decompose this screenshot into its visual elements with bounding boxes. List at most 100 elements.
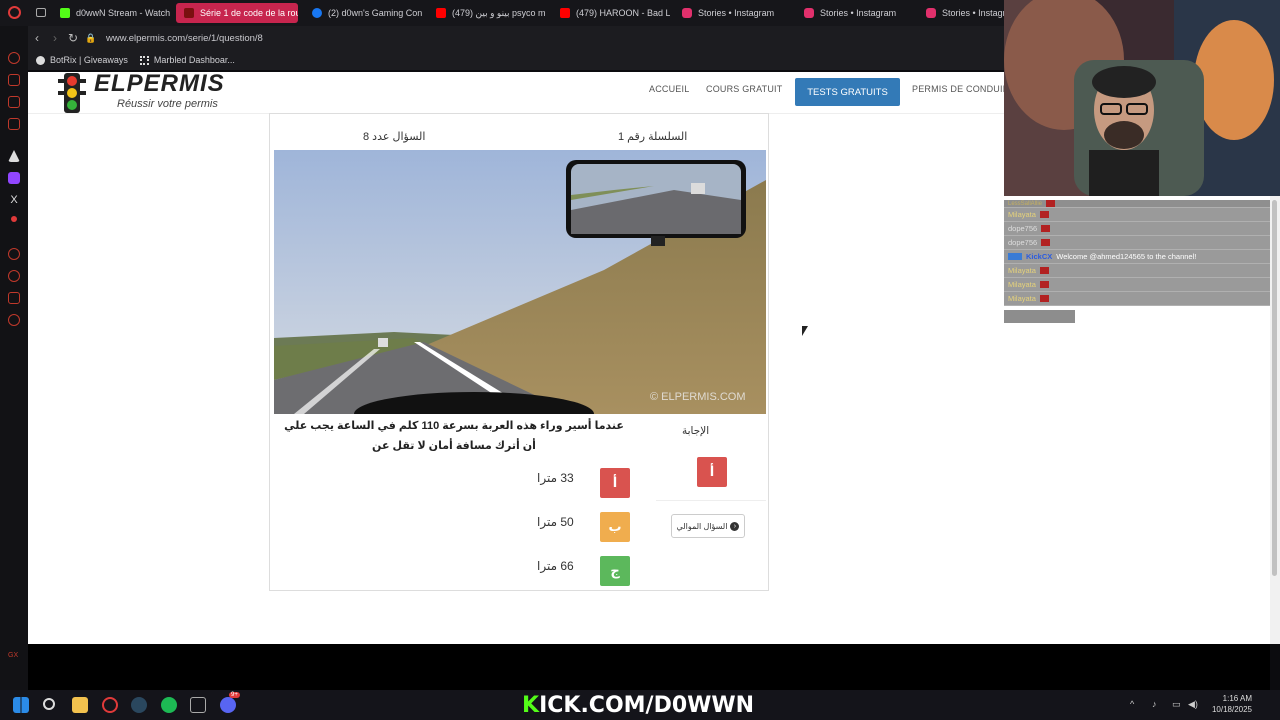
nav-courses[interactable]: COURS GRATUIT (706, 84, 782, 94)
chat-user: Milayata (1008, 266, 1036, 275)
tab-kick-stream[interactable]: d0wwN Stream - Watch (52, 3, 170, 23)
steam-icon[interactable] (131, 697, 147, 713)
facebook-icon (312, 8, 322, 18)
x-icon[interactable]: X (8, 194, 20, 206)
file-explorer-icon[interactable] (72, 697, 88, 713)
gx-icon[interactable]: GX (8, 650, 20, 662)
emote-icon (1041, 225, 1051, 232)
chat-line: Milayata (1004, 292, 1270, 306)
history-icon[interactable] (8, 270, 20, 282)
next-label: السؤال الموالي (676, 521, 728, 531)
road-scene-image: © ELPERMIS.COM (274, 150, 766, 414)
chevron-up-icon[interactable]: ^ (1130, 699, 1134, 709)
tab-youtube-1[interactable]: (479) بينو و بين psyco m (428, 3, 546, 23)
option-b-text: 50 مترا (537, 515, 574, 529)
nav-license[interactable]: PERMIS DE CONDUIRE (912, 84, 1004, 94)
opera-icon[interactable] (8, 6, 21, 19)
mail-icon[interactable] (8, 96, 20, 108)
chat-user: Milayata (1008, 280, 1036, 289)
red-dot-icon[interactable] (11, 216, 17, 222)
speed-dial-icon[interactable] (8, 52, 20, 64)
photo-watermark: © ELPERMIS.COM (650, 391, 746, 403)
instagram-icon (804, 8, 814, 18)
question-number: السؤال عدد 8 (363, 131, 426, 143)
chat-message: Welcome @ahmed124565 to the channel! (1056, 252, 1197, 261)
chat-user: dope756 (1008, 238, 1038, 247)
chat-line: Milayata (1004, 208, 1270, 222)
answer-label: الإجابة (682, 425, 710, 437)
tab-label: Série 1 de code de la rou (200, 8, 298, 18)
divider (656, 500, 766, 501)
tab-facebook[interactable]: (2) d0wn's Gaming Con (304, 3, 422, 23)
system-clock[interactable]: 1:16 AM 10/18/2025 (1200, 693, 1252, 715)
bookmark-botrix[interactable]: BotRix | Giveaways (36, 55, 128, 65)
webcam-overlay (1004, 0, 1280, 196)
chat-line: Milayata (1004, 264, 1270, 278)
nav-tests[interactable]: TESTS GRATUITS (795, 78, 900, 106)
network-icon[interactable]: ▭ (1172, 699, 1181, 710)
windows-start-icon[interactable] (13, 697, 29, 713)
arrow-circle-icon: › (730, 521, 740, 531)
search-icon[interactable] (43, 698, 55, 710)
kick-icon (60, 8, 70, 18)
windows-taskbar: 9+ KICK.COM/D0WWN ^ ♪ ▭ ◀) 1:16 AM 10/18… (0, 690, 1280, 720)
bag-icon[interactable] (8, 74, 20, 86)
next-question-button[interactable]: السؤال الموالي › (671, 514, 745, 538)
nav-home[interactable]: ACCUEIL (649, 84, 689, 94)
workspaces-icon[interactable] (36, 8, 46, 17)
site-header: ELPERMIS Réussir votre permis ACCUEIL CO… (28, 70, 1004, 114)
bookmark-marbled[interactable]: Marbled Dashboar... (139, 55, 235, 65)
bookmark-label: BotRix | Giveaways (50, 55, 128, 65)
discord-icon[interactable] (220, 697, 236, 713)
chat-line: Milayata (1004, 278, 1270, 292)
tab-label: d0wwN Stream - Watch (76, 8, 170, 18)
instagram-icon (926, 8, 936, 18)
tab-instagram-1[interactable]: Stories • Instagram (674, 3, 792, 23)
back-icon[interactable]: ‹ (28, 31, 46, 45)
forward-icon[interactable]: › (46, 31, 64, 45)
tab-instagram-3[interactable]: Stories • Instagra (918, 3, 1004, 23)
settings-icon[interactable] (8, 314, 20, 326)
xbox-icon[interactable] (190, 697, 206, 713)
news-icon[interactable] (8, 118, 20, 130)
tab-youtube-2[interactable]: (479) HAROON - Bad Lu (552, 3, 670, 23)
traffic-light-icon (58, 73, 86, 113)
tab-label: Stories • Instagram (820, 8, 897, 18)
option-c-button[interactable]: ج (600, 556, 630, 586)
volume-icon[interactable]: ◀) (1188, 699, 1198, 710)
tab-instagram-2[interactable]: Stories • Instagram (796, 3, 914, 23)
emote-icon (1039, 211, 1049, 218)
option-a-button[interactable]: أ (600, 468, 630, 498)
traffic-light-icon (184, 8, 194, 18)
reload-icon[interactable]: ↻ (64, 31, 82, 45)
option-a-text: 33 مترا (537, 471, 574, 485)
answer-badge: أ (697, 457, 727, 487)
twitch-icon[interactable] (8, 172, 20, 184)
emote-icon (1039, 295, 1049, 302)
microphone-icon[interactable]: ♪ (1152, 699, 1157, 709)
scrollbar-thumb[interactable] (1272, 200, 1277, 576)
aria-icon[interactable] (8, 150, 20, 162)
grid-icon (139, 55, 149, 65)
mouse-cursor-icon (802, 326, 808, 336)
notification-badge: 9+ (229, 692, 240, 698)
spotify-icon[interactable] (161, 697, 177, 713)
url-field[interactable]: www.elpermis.com/serie/1/question/8 (106, 33, 263, 44)
opera-gx-icon[interactable] (102, 697, 118, 713)
kick-channel-brand: KICK.COM/D0WWN (522, 693, 754, 718)
option-c-text: 66 مترا (537, 559, 574, 573)
option-b-button[interactable]: ب (600, 512, 630, 542)
kick-k: K (522, 693, 540, 718)
tab-elpermis[interactable]: Série 1 de code de la rou (176, 3, 298, 23)
quiz-card: السؤال عدد 8 السلسلة رقم 1 © ELPERMIS.CO… (269, 113, 769, 591)
logo[interactable]: ELPERMIS Réussir votre permis (56, 70, 231, 114)
bot-badge-icon (1008, 253, 1022, 260)
player-icon[interactable] (8, 248, 20, 260)
botrix-icon (36, 55, 45, 65)
logo-tagline: Réussir votre permis (117, 98, 218, 110)
emote-icon (1039, 281, 1049, 288)
emote-icon (1039, 267, 1049, 274)
series-number: السلسلة رقم 1 (618, 131, 688, 143)
tab-label: (2) d0wn's Gaming Con (328, 8, 422, 18)
extensions-icon[interactable] (8, 292, 20, 304)
